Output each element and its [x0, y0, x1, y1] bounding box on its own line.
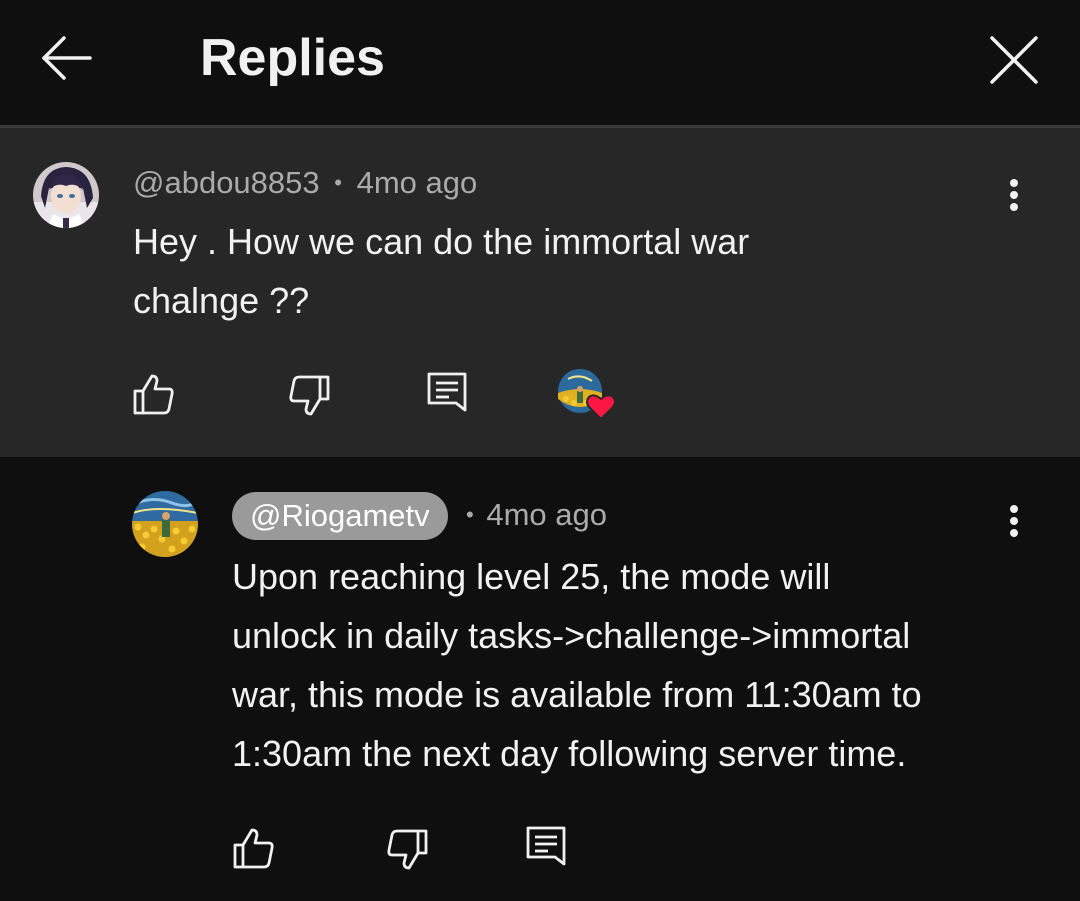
- anime-avatar-icon: [33, 162, 99, 228]
- reply-button[interactable]: [524, 824, 570, 870]
- page-title: Replies: [200, 29, 385, 87]
- thumb-up-icon: [133, 374, 174, 415]
- author-name[interactable]: @abdou8853: [133, 165, 320, 200]
- like-button[interactable]: [231, 826, 277, 872]
- more-vertical-icon: [1010, 179, 1018, 211]
- close-button[interactable]: [986, 32, 1042, 88]
- heart-icon: [586, 394, 616, 421]
- comment-meta: @abdou8853 • 4mo ago: [133, 163, 477, 203]
- top-bar: Replies: [0, 0, 1080, 125]
- comment-text: Hey . How we can do the immortal war cha…: [133, 212, 749, 330]
- more-vertical-icon: [1010, 505, 1018, 537]
- creator-author-chip[interactable]: @Riogametv: [232, 492, 448, 540]
- parent-comment: @abdou8853 • 4mo ago Hey . How we can do…: [0, 128, 1080, 457]
- arrow-left-icon: [42, 36, 92, 80]
- comment-text: Upon reaching level 25, the mode will un…: [232, 547, 922, 783]
- more-options-button[interactable]: [999, 176, 1029, 220]
- avatar[interactable]: [33, 162, 99, 228]
- thumb-up-icon: [233, 828, 274, 869]
- close-icon: [990, 36, 1038, 84]
- thumb-down-icon: [387, 829, 428, 870]
- dislike-button[interactable]: [286, 372, 332, 418]
- reply-button[interactable]: [425, 370, 471, 416]
- timestamp: 4mo ago: [356, 165, 478, 200]
- timestamp: 4mo ago: [486, 497, 607, 532]
- comment-icon: [427, 372, 467, 412]
- comment-meta: • 4mo ago: [462, 495, 607, 535]
- more-options-button[interactable]: [999, 502, 1029, 546]
- comment-line: Upon reaching level 25, the mode will: [232, 556, 831, 597]
- meta-separator: •: [334, 170, 342, 195]
- meta-separator: •: [466, 502, 474, 527]
- comment-icon: [526, 826, 566, 866]
- comment-line: war, this mode is available from 11:30am…: [232, 674, 922, 715]
- comment-line: unlock in daily tasks->challenge->immort…: [232, 615, 911, 656]
- comment-line: chalnge ??: [133, 280, 310, 321]
- thumb-down-icon: [289, 375, 330, 416]
- comment-line: 1:30am the next day following server tim…: [232, 733, 907, 774]
- comment-line: Hey . How we can do the immortal war: [133, 221, 750, 262]
- dislike-button[interactable]: [384, 826, 430, 872]
- like-button[interactable]: [131, 372, 177, 418]
- creator-heart: [558, 369, 618, 425]
- back-button[interactable]: [40, 34, 94, 82]
- sunflower-avatar-icon: [132, 491, 198, 557]
- avatar[interactable]: [132, 491, 198, 557]
